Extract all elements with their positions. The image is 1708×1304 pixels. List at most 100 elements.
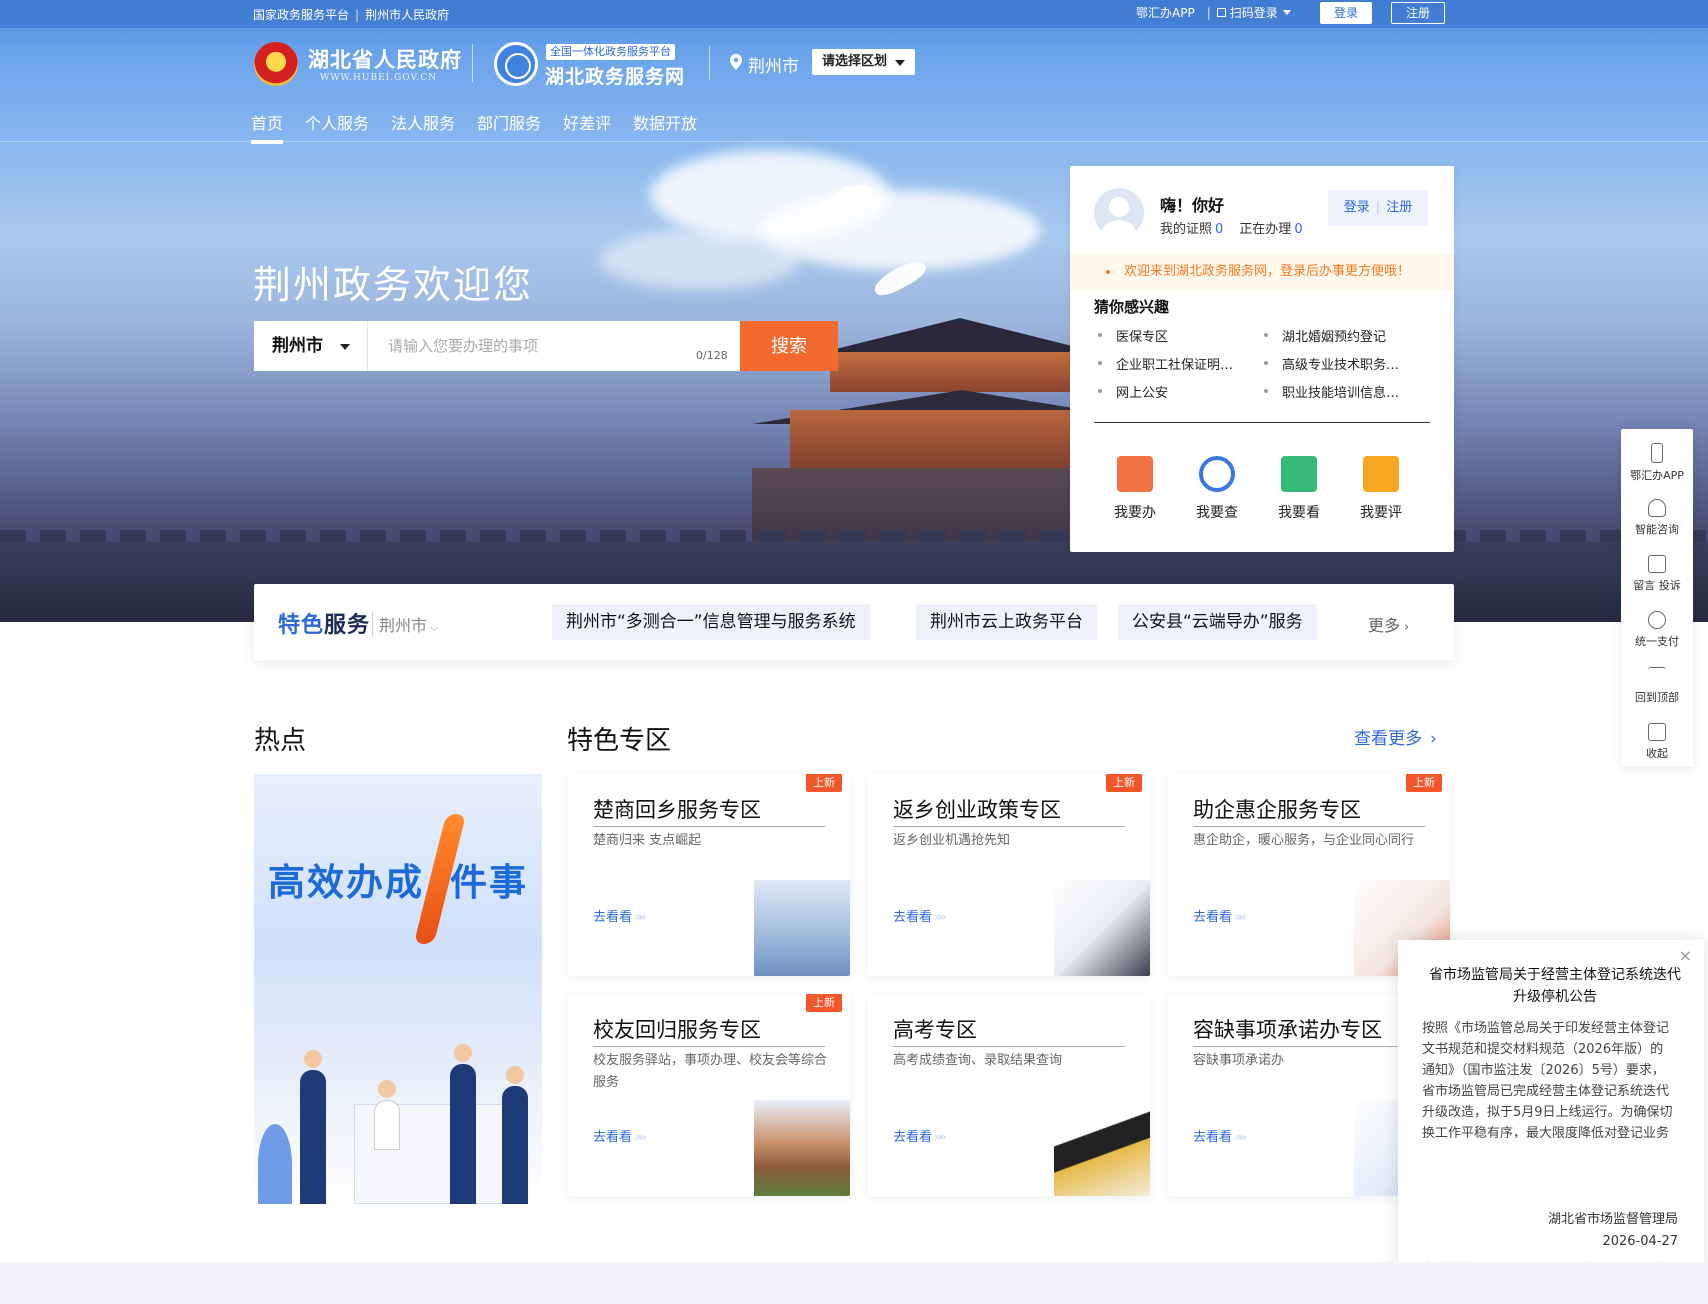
side-tool-consult[interactable]: 智能咨询 bbox=[1621, 499, 1693, 537]
search-input[interactable] bbox=[368, 321, 740, 371]
app-link[interactable]: 鄂汇办APP bbox=[1136, 4, 1195, 21]
quick-action-query[interactable]: 我要查 bbox=[1182, 456, 1252, 522]
close-icon[interactable]: × bbox=[1679, 946, 1692, 965]
zone-title: 楚商回乡服务专区 bbox=[593, 794, 825, 827]
feature-service-strip: 特色服务 荆州市 ⌵ 荆州市“多测合一”信息管理与服务系统 荆州市云上政务平台 公… bbox=[254, 584, 1454, 660]
nav-personal[interactable]: 个人服务 bbox=[305, 110, 369, 142]
feature-city-select[interactable]: 荆州市 ⌵ bbox=[372, 612, 438, 636]
card-register-link[interactable]: 注册 bbox=[1386, 200, 1412, 215]
nav-open-data[interactable]: 数据开放 bbox=[633, 110, 697, 142]
interest-item[interactable]: 医保专区 bbox=[1094, 326, 1168, 345]
interest-item[interactable]: 湖北婚姻预约登记 bbox=[1260, 326, 1386, 345]
national-emblem-icon[interactable] bbox=[254, 42, 298, 86]
hot-banner-text: 高效办成 bbox=[268, 861, 424, 904]
quick-action-do[interactable]: 我要办 bbox=[1100, 456, 1170, 522]
side-tool-payment[interactable]: 统一支付 bbox=[1621, 611, 1693, 649]
user-card: 嗨！你好 我的证照 0 正在办理 0 登录 | 注册 欢迎来到湖北政务服务网，登录后办事更… bbox=[1070, 166, 1454, 552]
cert-count[interactable]: 0 bbox=[1215, 222, 1223, 237]
side-tool-app[interactable]: 鄂汇办APP bbox=[1621, 443, 1693, 483]
service-platform-logo-icon[interactable] bbox=[494, 42, 538, 86]
tower-upper bbox=[830, 352, 1090, 392]
qr-icon bbox=[1216, 8, 1226, 17]
doing-count[interactable]: 0 bbox=[1294, 222, 1302, 237]
quick-action-label: 我要查 bbox=[1196, 505, 1238, 521]
zone-go-link: 去看看»» bbox=[1193, 906, 1247, 925]
person-illustration bbox=[502, 1086, 528, 1204]
feature-more-link[interactable]: 更多 › bbox=[1368, 612, 1409, 636]
search-button[interactable]: 搜索 bbox=[740, 321, 838, 371]
zone-card[interactable]: 上新 返乡创业政策专区 返乡创业机遇抢先知 去看看»» bbox=[868, 774, 1150, 976]
double-chevron-icon: »» bbox=[1234, 910, 1247, 925]
zone-title: 助企惠企服务专区 bbox=[1193, 794, 1425, 827]
scan-login-link[interactable]: 扫码登录 bbox=[1230, 4, 1278, 21]
side-tool-collapse[interactable]: 收起 bbox=[1621, 723, 1693, 761]
comment-check-icon bbox=[1363, 456, 1399, 492]
double-chevron-icon: »» bbox=[634, 910, 647, 925]
zone-go-link: 去看看»» bbox=[893, 906, 947, 925]
side-tool-label: 回到顶部 bbox=[1635, 691, 1679, 704]
divider bbox=[709, 46, 710, 80]
top-right: 鄂汇办APP | 扫码登录 bbox=[1136, 4, 1291, 21]
avatar[interactable] bbox=[1094, 188, 1144, 238]
zone-title: 校友回归服务专区 bbox=[593, 1014, 825, 1047]
eye-icon bbox=[1281, 456, 1317, 492]
zone-card[interactable]: 高考专区 高考成绩查询、录取结果查询 去看看»» bbox=[868, 994, 1150, 1196]
nav-legal[interactable]: 法人服务 bbox=[391, 110, 455, 142]
nav-home[interactable]: 首页 bbox=[251, 110, 284, 144]
yen-coin-icon bbox=[1648, 611, 1666, 629]
interest-item[interactable]: 网上公安 bbox=[1094, 382, 1168, 401]
gov-name[interactable]: 湖北省人民政府 bbox=[308, 44, 462, 74]
announcement-body: 按照《市场监管总局关于印发经营主体登记文书规范和提交材料规范（2026年版）的通… bbox=[1422, 1021, 1673, 1138]
welcome-title: 荆州政务欢迎您 bbox=[253, 263, 534, 307]
double-chevron-icon: »» bbox=[934, 1130, 947, 1145]
side-toolbar: 鄂汇办APP 智能咨询 留言 投诉 统一支付 回到顶部 收起 bbox=[1621, 429, 1693, 766]
zones-more-link[interactable]: 查看更多 › bbox=[1354, 724, 1437, 749]
link-jingzhou-gov[interactable]: 荆州市人民政府 bbox=[365, 8, 449, 22]
side-tool-label: 统一支付 bbox=[1635, 635, 1679, 648]
zone-card[interactable]: 上新 楚商回乡服务专区 楚商归来 支点崛起 去看看»» bbox=[568, 774, 850, 976]
interest-item[interactable]: 高级专业技术职务… bbox=[1260, 354, 1399, 373]
top-register-button[interactable]: 注册 bbox=[1391, 2, 1445, 24]
search-city-select[interactable]: 荆州市 bbox=[254, 321, 368, 371]
zone-desc: 容缺事项承诺办 bbox=[1193, 1053, 1285, 1068]
feature-chip[interactable]: 荆州市云上政务平台 bbox=[916, 604, 1097, 640]
hot-section-title: 热点 bbox=[254, 726, 307, 756]
campus-building-image bbox=[754, 1100, 850, 1196]
zone-card[interactable]: 上新 校友回归服务专区 校友服务驿站，事项办理、校友会等综合服务 去看看»» bbox=[568, 994, 850, 1196]
interest-item[interactable]: 职业技能培训信息… bbox=[1260, 382, 1399, 401]
feature-chip[interactable]: 公安县“云端导办”服务 bbox=[1118, 604, 1317, 640]
arrow-up-icon bbox=[1648, 667, 1666, 685]
double-chevron-icon: »» bbox=[634, 1130, 647, 1145]
zone-go-label: 去看看 bbox=[593, 910, 633, 925]
divider bbox=[1094, 422, 1430, 423]
hot-banner-text: 件事 bbox=[450, 861, 528, 904]
nav-department[interactable]: 部门服务 bbox=[477, 110, 541, 142]
person-illustration bbox=[454, 1044, 472, 1062]
quick-action-evaluate[interactable]: 我要评 bbox=[1346, 456, 1416, 522]
new-badge: 上新 bbox=[806, 994, 842, 1012]
nav-evaluation[interactable]: 好差评 bbox=[563, 110, 611, 142]
quick-action-label: 我要评 bbox=[1360, 505, 1402, 521]
top-login-button[interactable]: 登录 bbox=[1320, 2, 1372, 24]
feature-strip-title: 特色服务 bbox=[278, 607, 370, 639]
link-national-platform[interactable]: 国家政务服务平台 bbox=[253, 8, 349, 22]
hot-banner[interactable]: 高效办成 件事 bbox=[254, 774, 542, 1204]
handle-document-icon bbox=[1117, 456, 1153, 492]
card-login-link[interactable]: 登录 bbox=[1344, 200, 1370, 215]
region-select[interactable]: 请选择区划 bbox=[812, 49, 915, 75]
login-tip: 欢迎来到湖北政务服务网，登录后办事更方便哦！ bbox=[1070, 254, 1454, 290]
side-tool-top[interactable]: 回到顶部 bbox=[1621, 667, 1693, 705]
chevron-right-icon: › bbox=[1430, 729, 1437, 749]
platform-name[interactable]: 湖北政务服务网 bbox=[545, 62, 685, 89]
zone-go-label: 去看看 bbox=[1193, 1130, 1233, 1145]
caret-down-icon bbox=[895, 60, 905, 66]
graduation-cap-image bbox=[1054, 1100, 1150, 1196]
feature-chip[interactable]: 荆州市“多测合一”信息管理与服务系统 bbox=[552, 604, 870, 640]
zone-go-label: 去看看 bbox=[593, 1130, 633, 1145]
side-tool-message[interactable]: 留言 投诉 bbox=[1621, 555, 1693, 593]
zones-section-title: 特色专区 bbox=[567, 726, 672, 756]
caret-down-icon bbox=[1282, 10, 1291, 15]
quick-action-view[interactable]: 我要看 bbox=[1264, 456, 1334, 522]
interest-item[interactable]: 企业职工社保证明… bbox=[1094, 354, 1233, 373]
announcement-title: 省市场监管局关于经营主体登记系统迭代升级停机公告 bbox=[1429, 967, 1681, 1005]
